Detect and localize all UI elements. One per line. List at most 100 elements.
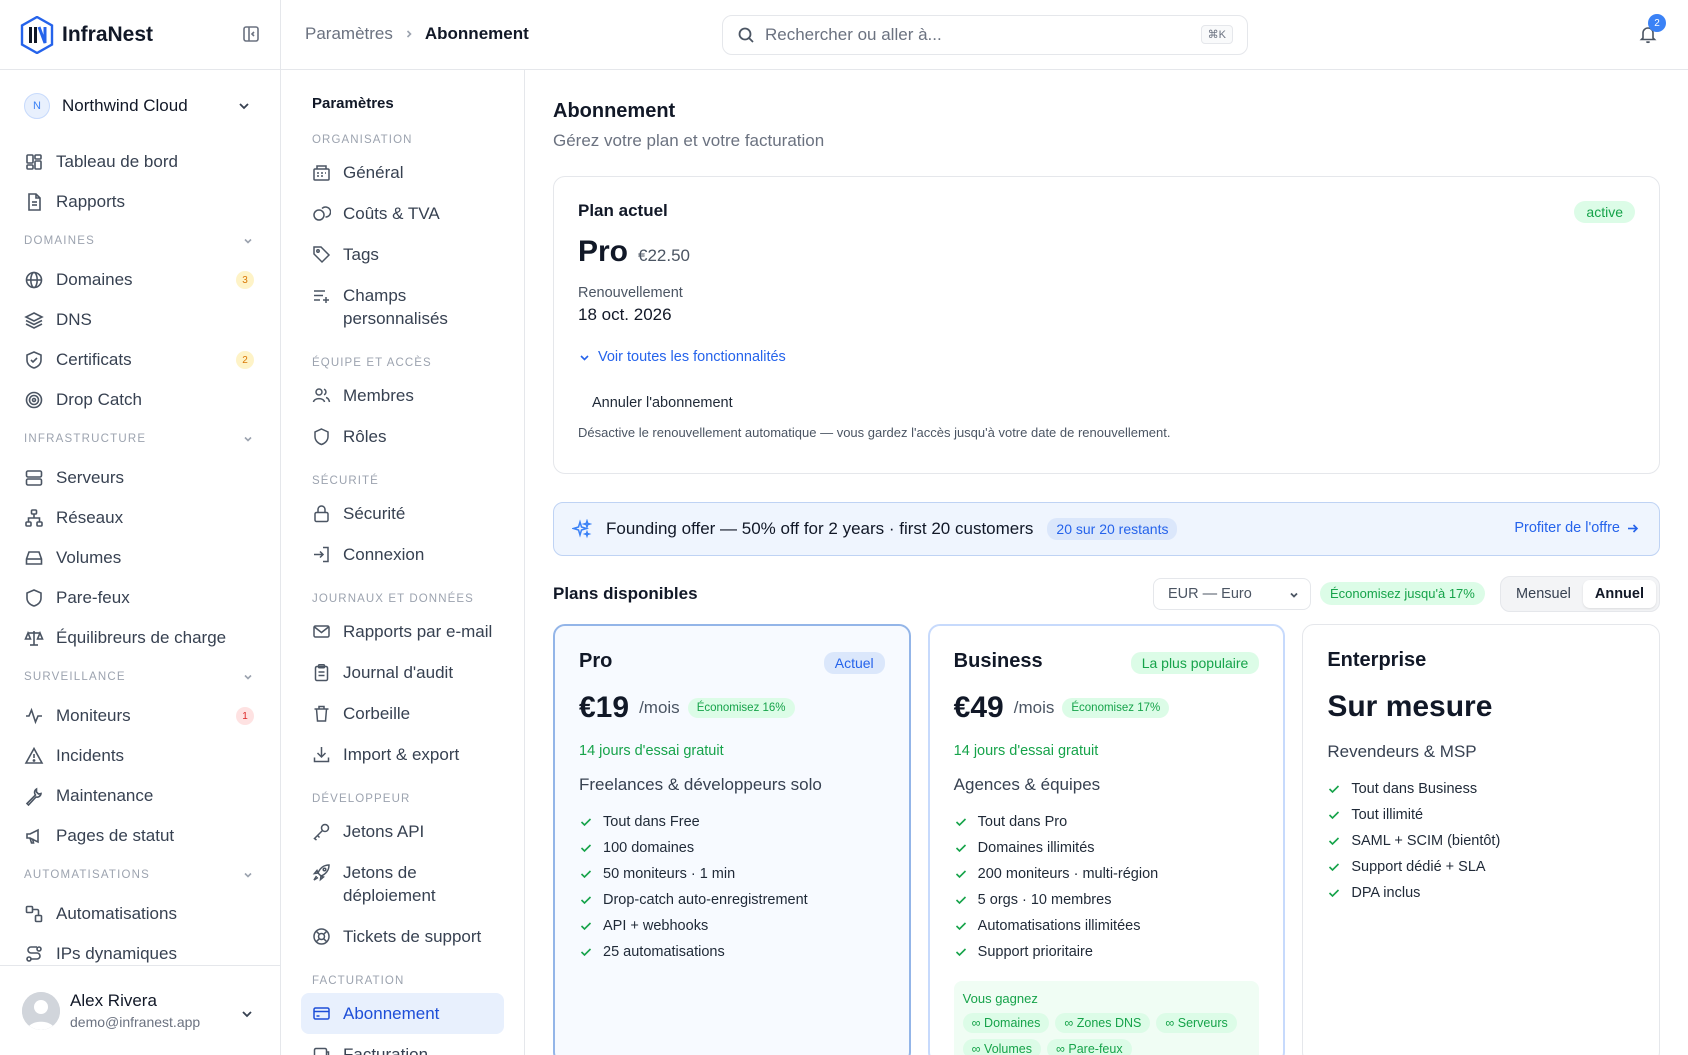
plan-trial: 14 jours d'essai gratuit (579, 743, 724, 759)
check-icon (954, 893, 968, 907)
breadcrumb-settings[interactable]: Paramètres (305, 24, 393, 44)
list-item: 50 moniteurs · 1 min (579, 861, 885, 887)
sidebar-item-drop-catch[interactable]: Drop Catch (0, 380, 280, 420)
sidebar-item-dashboard[interactable]: Tableau de bord (0, 142, 280, 182)
sidebar-item-servers[interactable]: Serveurs (0, 458, 280, 498)
sidebar-item-networks[interactable]: Réseaux (0, 498, 280, 538)
section-title: INFRASTRUCTURE (24, 433, 147, 445)
mail-icon (312, 622, 331, 641)
sidebar-item-volumes[interactable]: Volumes (0, 538, 280, 578)
check-icon (954, 815, 968, 829)
activity-icon (24, 706, 44, 726)
annual-toggle[interactable]: Annuel (1582, 580, 1656, 608)
feature-label: Support prioritaire (977, 944, 1093, 960)
notifications-button[interactable]: 2 (1638, 14, 1666, 44)
sidebar: InfraNest N Northwind Cloud Tableau de b… (0, 0, 281, 1055)
feature-label: Tout dans Pro (977, 814, 1068, 830)
document-icon (24, 192, 44, 212)
list-item: Tout illimité (1327, 802, 1635, 828)
offer-text: Founding offer — 50% off for 2 years · f… (606, 519, 1034, 538)
settings-item-members[interactable]: Membres (301, 375, 504, 416)
sidebar-item-label: IPs dynamiques (56, 944, 177, 963)
plan-audience: Freelances & développeurs solo (579, 775, 822, 794)
search-input[interactable]: Rechercher ou aller à... ⌘K (722, 15, 1248, 55)
sidebar-item-label: Équilibreurs de charge (56, 628, 227, 647)
settings-item-roles[interactable]: Rôles (301, 416, 504, 457)
currency-select[interactable]: EUR — Euro (1153, 578, 1311, 610)
shield-icon (24, 588, 44, 608)
sidebar-item-monitors[interactable]: Moniteurs 1 (0, 696, 280, 736)
chevron-down-icon (239, 1006, 255, 1022)
feature-label: 50 moniteurs · 1 min (603, 866, 736, 882)
settings-item-general[interactable]: Général (301, 152, 504, 193)
org-avatar: N (24, 93, 50, 119)
settings-item-login[interactable]: Connexion (301, 534, 504, 575)
sidebar-item-domains[interactable]: Domaines 3 (0, 260, 280, 300)
monthly-toggle[interactable]: Mensuel (1504, 580, 1583, 608)
receipt-icon (312, 1045, 331, 1055)
gains-title: Vous gagnez (962, 991, 1038, 1006)
sidebar-collapse-icon[interactable] (242, 25, 260, 43)
settings-item-costs-vat[interactable]: Coûts & TVA (301, 193, 504, 234)
sidebar-item-automations[interactable]: Automatisations (0, 894, 280, 934)
org-switcher[interactable]: N Northwind Cloud (0, 70, 280, 142)
settings-item-tags[interactable]: Tags (301, 234, 504, 275)
chevron-right-icon (403, 28, 415, 40)
settings-item-custom-fields[interactable]: Champs personnalisés (301, 275, 504, 339)
settings-section-title: JOURNAUX ET DONNÉES (312, 593, 474, 605)
sidebar-item-certificates[interactable]: Certificats 2 (0, 340, 280, 380)
settings-item-security[interactable]: Sécurité (301, 493, 504, 534)
settings-item-subscription[interactable]: Abonnement (301, 993, 504, 1034)
sidebar-item-load-balancers[interactable]: Équilibreurs de charge (0, 618, 280, 658)
settings-item-deploy-tokens[interactable]: Jetons de déploiement (301, 852, 504, 916)
sidebar-item-status-pages[interactable]: Pages de statut (0, 816, 280, 856)
settings-item-trash[interactable]: Corbeille (301, 693, 504, 734)
plan-audience: Agences & équipes (953, 775, 1101, 794)
plan-card-business[interactable]: Business La plus populaire €49 /mois Éco… (927, 624, 1286, 1055)
plan-features: Tout dans Pro Domaines illimités 200 mon… (954, 809, 1260, 965)
sidebar-item-firewalls[interactable]: Pare-feux (0, 578, 280, 618)
settings-item-support-tickets[interactable]: Tickets de support (301, 916, 504, 957)
settings-item-api-tokens[interactable]: Jetons API (301, 811, 504, 852)
view-features-link[interactable]: Voir toutes les fonctionnalités (578, 349, 1635, 365)
settings-item-import-export[interactable]: Import & export (301, 734, 504, 775)
settings-section-title: FACTURATION (312, 975, 405, 987)
sidebar-section-infrastructure[interactable]: INFRASTRUCTURE (0, 420, 280, 458)
plan-audience: Revendeurs & MSP (1327, 742, 1477, 761)
sidebar-item-incidents[interactable]: Incidents (0, 736, 280, 776)
check-icon (579, 919, 593, 933)
currency-value: EUR — Euro (1168, 586, 1252, 602)
plan-card-enterprise[interactable]: Enterprise Sur mesure Revendeurs & MSP T… (1302, 624, 1660, 1055)
settings-section-title: DÉVELOPPEUR (312, 793, 411, 805)
life-buoy-icon (312, 927, 331, 946)
sidebar-item-label: Maintenance (56, 786, 154, 805)
settings-section-title: ORGANISATION (312, 134, 413, 146)
sidebar-item-maintenance[interactable]: Maintenance (0, 776, 280, 816)
sidebar-section-domains[interactable]: DOMAINES (0, 222, 280, 260)
list-item: 100 domaines (579, 835, 885, 861)
sparkles-icon (572, 519, 592, 539)
plans-title: Plans disponibles (553, 584, 698, 603)
brand[interactable]: InfraNest (0, 0, 280, 70)
settings-item-audit-log[interactable]: Journal d'audit (301, 652, 504, 693)
sidebar-item-label: DNS (56, 310, 92, 329)
user-menu[interactable]: Alex Rivera demo@infranest.app (0, 965, 281, 1055)
settings-item-label: Tickets de support (343, 927, 482, 946)
plan-card-pro[interactable]: Pro Actuel €19 /mois Économisez 16% 14 j… (553, 624, 911, 1055)
plan-name: Enterprise (1327, 649, 1427, 671)
sidebar-item-dns[interactable]: DNS (0, 300, 280, 340)
current-plan-name: Pro (578, 235, 629, 268)
sidebar-section-automations[interactable]: AUTOMATISATIONS (0, 856, 280, 894)
claim-offer-link[interactable]: Profiter de l'offre (1514, 520, 1639, 536)
plan-price: €19 (579, 691, 630, 724)
settings-item-billing[interactable]: Facturation (301, 1034, 504, 1055)
sidebar-section-monitoring[interactable]: SURVEILLANCE (0, 658, 280, 696)
topbar: Paramètres Abonnement Rechercher ou alle… (281, 0, 1688, 70)
settings-item-email-reports[interactable]: Rapports par e-mail (301, 611, 504, 652)
gain-tag: ∞ Volumes (962, 1039, 1041, 1055)
cancel-subscription-button[interactable]: Annuler l'abonnement (592, 395, 1635, 411)
sidebar-item-reports[interactable]: Rapports (0, 182, 280, 222)
login-icon (312, 545, 331, 564)
dashboard-icon (24, 152, 44, 172)
search-icon (737, 26, 755, 44)
